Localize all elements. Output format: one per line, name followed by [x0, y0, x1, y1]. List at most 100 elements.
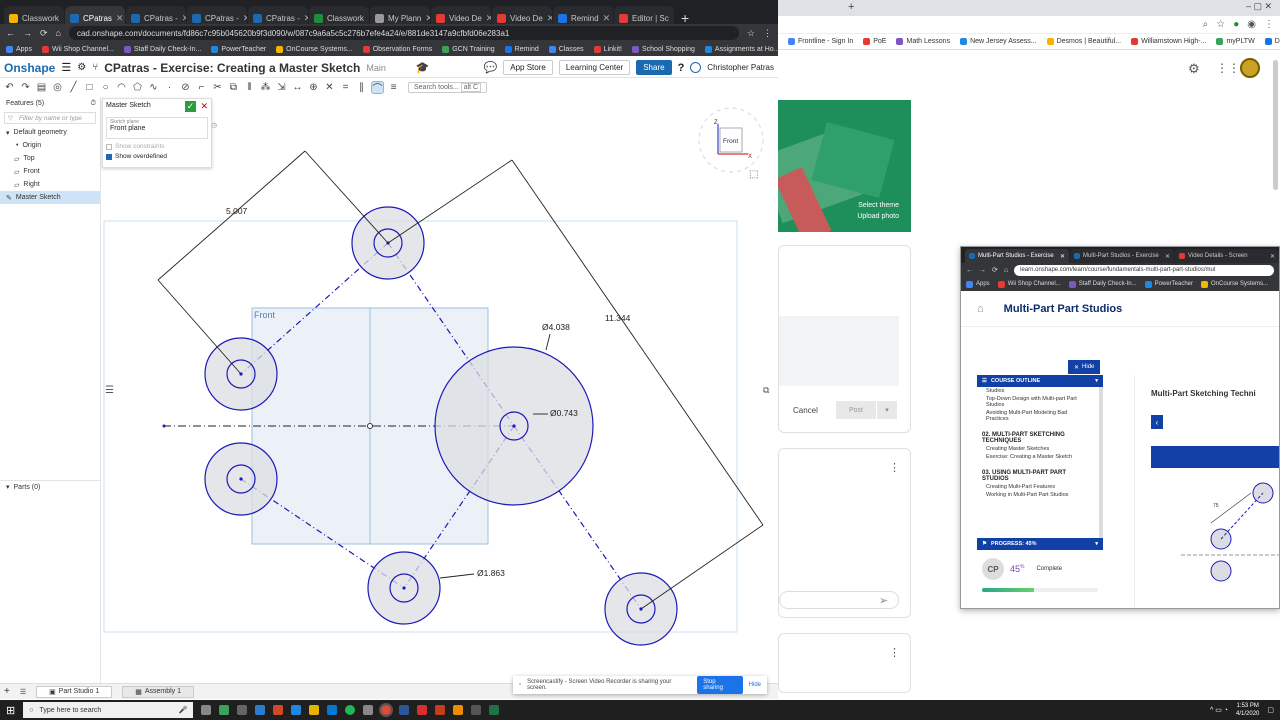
search-tools-input[interactable]: Search tools... alt C: [408, 81, 488, 93]
centerline-endpoint[interactable]: [162, 424, 166, 428]
bookmark-item[interactable]: Apps: [6, 45, 32, 53]
close-tab-icon[interactable]: ✕: [1060, 253, 1065, 260]
tree-item-master-sketch[interactable]: ✎ Master Sketch: [0, 191, 100, 204]
comment-icon[interactable]: 💬: [484, 61, 498, 74]
close-tab-icon[interactable]: ✕: [486, 13, 491, 24]
hide-button[interactable]: Hide: [749, 682, 761, 688]
onshape-logo[interactable]: Onshape: [4, 61, 55, 75]
bookmark-item[interactable]: PowerTeacher: [1144, 280, 1193, 288]
undo-icon[interactable]: ↶: [4, 82, 15, 93]
reload-icon[interactable]: ⟳: [992, 266, 998, 274]
more-constraints-icon[interactable]: ≡: [388, 82, 399, 93]
select-theme-link[interactable]: Select theme: [858, 202, 899, 209]
outline-lesson[interactable]: Creating Master Sketches: [977, 445, 1099, 453]
outline-lesson[interactable]: Creating Multi-Part Features: [977, 483, 1099, 491]
taskbar-app-icon[interactable]: [273, 705, 284, 715]
outline-lesson[interactable]: Working in Multi-Part Part Studios: [977, 491, 1099, 499]
polygon-tool-icon[interactable]: ⬠: [132, 82, 143, 93]
apps-grid-icon[interactable]: ⋮⋮: [1216, 61, 1240, 75]
outline-lesson[interactable]: Exercise: Creating a Master Sketch: [977, 453, 1099, 461]
workspace-label[interactable]: Main: [366, 63, 386, 73]
coincident-icon[interactable]: ✕: [324, 82, 335, 93]
acrobat-icon[interactable]: [417, 705, 428, 715]
tree-item-top[interactable]: ▱ Top: [0, 152, 100, 165]
center-point[interactable]: [512, 424, 516, 428]
excel-icon[interactable]: [489, 705, 500, 715]
taskbar-app-icon[interactable]: [219, 705, 230, 715]
bookmark-item[interactable]: Staff Daily Check-In...: [123, 45, 201, 53]
more-options-icon[interactable]: ⋮: [889, 646, 900, 659]
bookmark-item[interactable]: Wii Shop Channel...: [41, 45, 114, 53]
construction-icon[interactable]: ⊘: [180, 82, 191, 93]
post-button[interactable]: Post: [836, 401, 876, 419]
add-tab-icon[interactable]: +: [4, 686, 10, 697]
more-options-icon[interactable]: ⋮: [889, 461, 900, 474]
home-icon[interactable]: ⌂: [1004, 267, 1008, 274]
star-icon[interactable]: ☆: [747, 28, 755, 39]
origin-point[interactable]: [367, 423, 373, 429]
offset-icon[interactable]: ⧉: [228, 82, 239, 93]
share-button[interactable]: Share: [636, 60, 672, 75]
learn-url-input[interactable]: learn.onshape.com/learn/course/fundament…: [1014, 264, 1274, 276]
browser-tab[interactable]: Multi-Part Studios - Exercise ✕: [965, 249, 1069, 263]
clock-icon[interactable]: ◷: [211, 121, 217, 129]
mirror-icon[interactable]: ⫴: [244, 82, 255, 93]
dimension-label[interactable]: 11.344: [605, 313, 631, 323]
settings-icon[interactable]: ⚙: [1188, 61, 1200, 77]
dimension-icon[interactable]: ↔: [292, 82, 303, 93]
close-tab-icon[interactable]: ✕: [63, 13, 64, 24]
parts-header[interactable]: ▾ Parts (0): [0, 480, 100, 493]
bookmark-item[interactable]: Math Lessons: [896, 38, 950, 45]
bookmark-item[interactable]: OnCourse Systems...: [1201, 280, 1268, 288]
outline-lesson[interactable]: Avoiding Multi-Part Modeling Bad Practic…: [977, 409, 1099, 423]
user-avatar[interactable]: [690, 62, 702, 73]
equal-icon[interactable]: =: [340, 82, 351, 93]
close-tab-icon[interactable]: ✕: [182, 13, 186, 24]
extension-icon[interactable]: ●: [1233, 19, 1239, 30]
show-overdefined-row[interactable]: Show overdefined: [106, 153, 208, 160]
close-tab-icon[interactable]: ✕: [243, 13, 247, 24]
dimension-label[interactable]: Ø4.038: [542, 322, 570, 332]
bookmark-item[interactable]: Linkit!: [593, 45, 622, 53]
star-icon[interactable]: ☆: [1216, 19, 1225, 30]
bookmark-item[interactable]: New Jersey Assess...: [960, 38, 1037, 45]
help-icon[interactable]: ?: [678, 62, 685, 74]
close-tab-icon[interactable]: ✕: [368, 13, 369, 24]
post-options-icon[interactable]: ▾: [877, 401, 897, 419]
bookmark-item[interactable]: Apps: [966, 280, 990, 288]
close-tab-icon[interactable]: ✕: [547, 13, 552, 24]
windows-start-icon[interactable]: ⊞: [6, 704, 15, 717]
bookmark-item[interactable]: Desmos | Beautiful...: [1046, 38, 1121, 45]
bookmark-item[interactable]: PowerTeacher: [211, 45, 266, 53]
outline-section[interactable]: 03. USING MULTI-PART PART STUDIOS: [977, 467, 1099, 483]
show-constraints-row[interactable]: Show constraints: [106, 143, 208, 150]
center-point[interactable]: [402, 586, 406, 590]
leader-line-4038[interactable]: [545, 333, 551, 351]
bookmark-item[interactable]: OnCourse Systems...: [276, 45, 353, 53]
tab-part-studio-1[interactable]: ▣ Part Studio 1: [36, 685, 113, 698]
close-tab-icon[interactable]: ✕: [116, 13, 124, 24]
outline-lesson[interactable]: Studios: [977, 387, 1099, 395]
reload-icon[interactable]: ⟳: [40, 28, 48, 39]
task-view-icon[interactable]: [201, 705, 212, 715]
tab-assembly-1[interactable]: ▦ Assembly 1: [122, 685, 195, 698]
rectangle-tool-icon[interactable]: □: [84, 82, 95, 93]
browser-tab[interactable]: Multi-Part Studios - Exercise ✕: [1070, 249, 1174, 263]
settings-sliders-icon[interactable]: ⚙: [77, 62, 86, 73]
list-panel-icon[interactable]: ☰: [105, 385, 114, 396]
close-tab-icon[interactable]: ✕: [304, 13, 308, 24]
hide-outline-button[interactable]: ✕ Hide: [1068, 360, 1101, 374]
tangent-icon[interactable]: ⌒: [371, 80, 384, 95]
profile-icon[interactable]: ◉: [1247, 19, 1256, 30]
school-logo[interactable]: [1240, 58, 1260, 78]
bookmark-item[interactable]: Remind: [504, 45, 539, 53]
taskbar-app-icon[interactable]: [363, 705, 374, 715]
app-store-button[interactable]: App Store: [503, 60, 553, 75]
arc-tool-icon[interactable]: ◠: [116, 82, 127, 93]
hamburger-icon[interactable]: ☰: [61, 61, 71, 74]
spline-tool-icon[interactable]: ∿: [148, 82, 159, 93]
view-cube[interactable]: Front Z X: [698, 107, 764, 173]
transform-icon[interactable]: ⇲: [276, 82, 287, 93]
progress-header[interactable]: ⚑ PROGRESS: 45% ▾: [977, 538, 1103, 550]
close-tab-icon[interactable]: ✕: [1270, 253, 1275, 260]
